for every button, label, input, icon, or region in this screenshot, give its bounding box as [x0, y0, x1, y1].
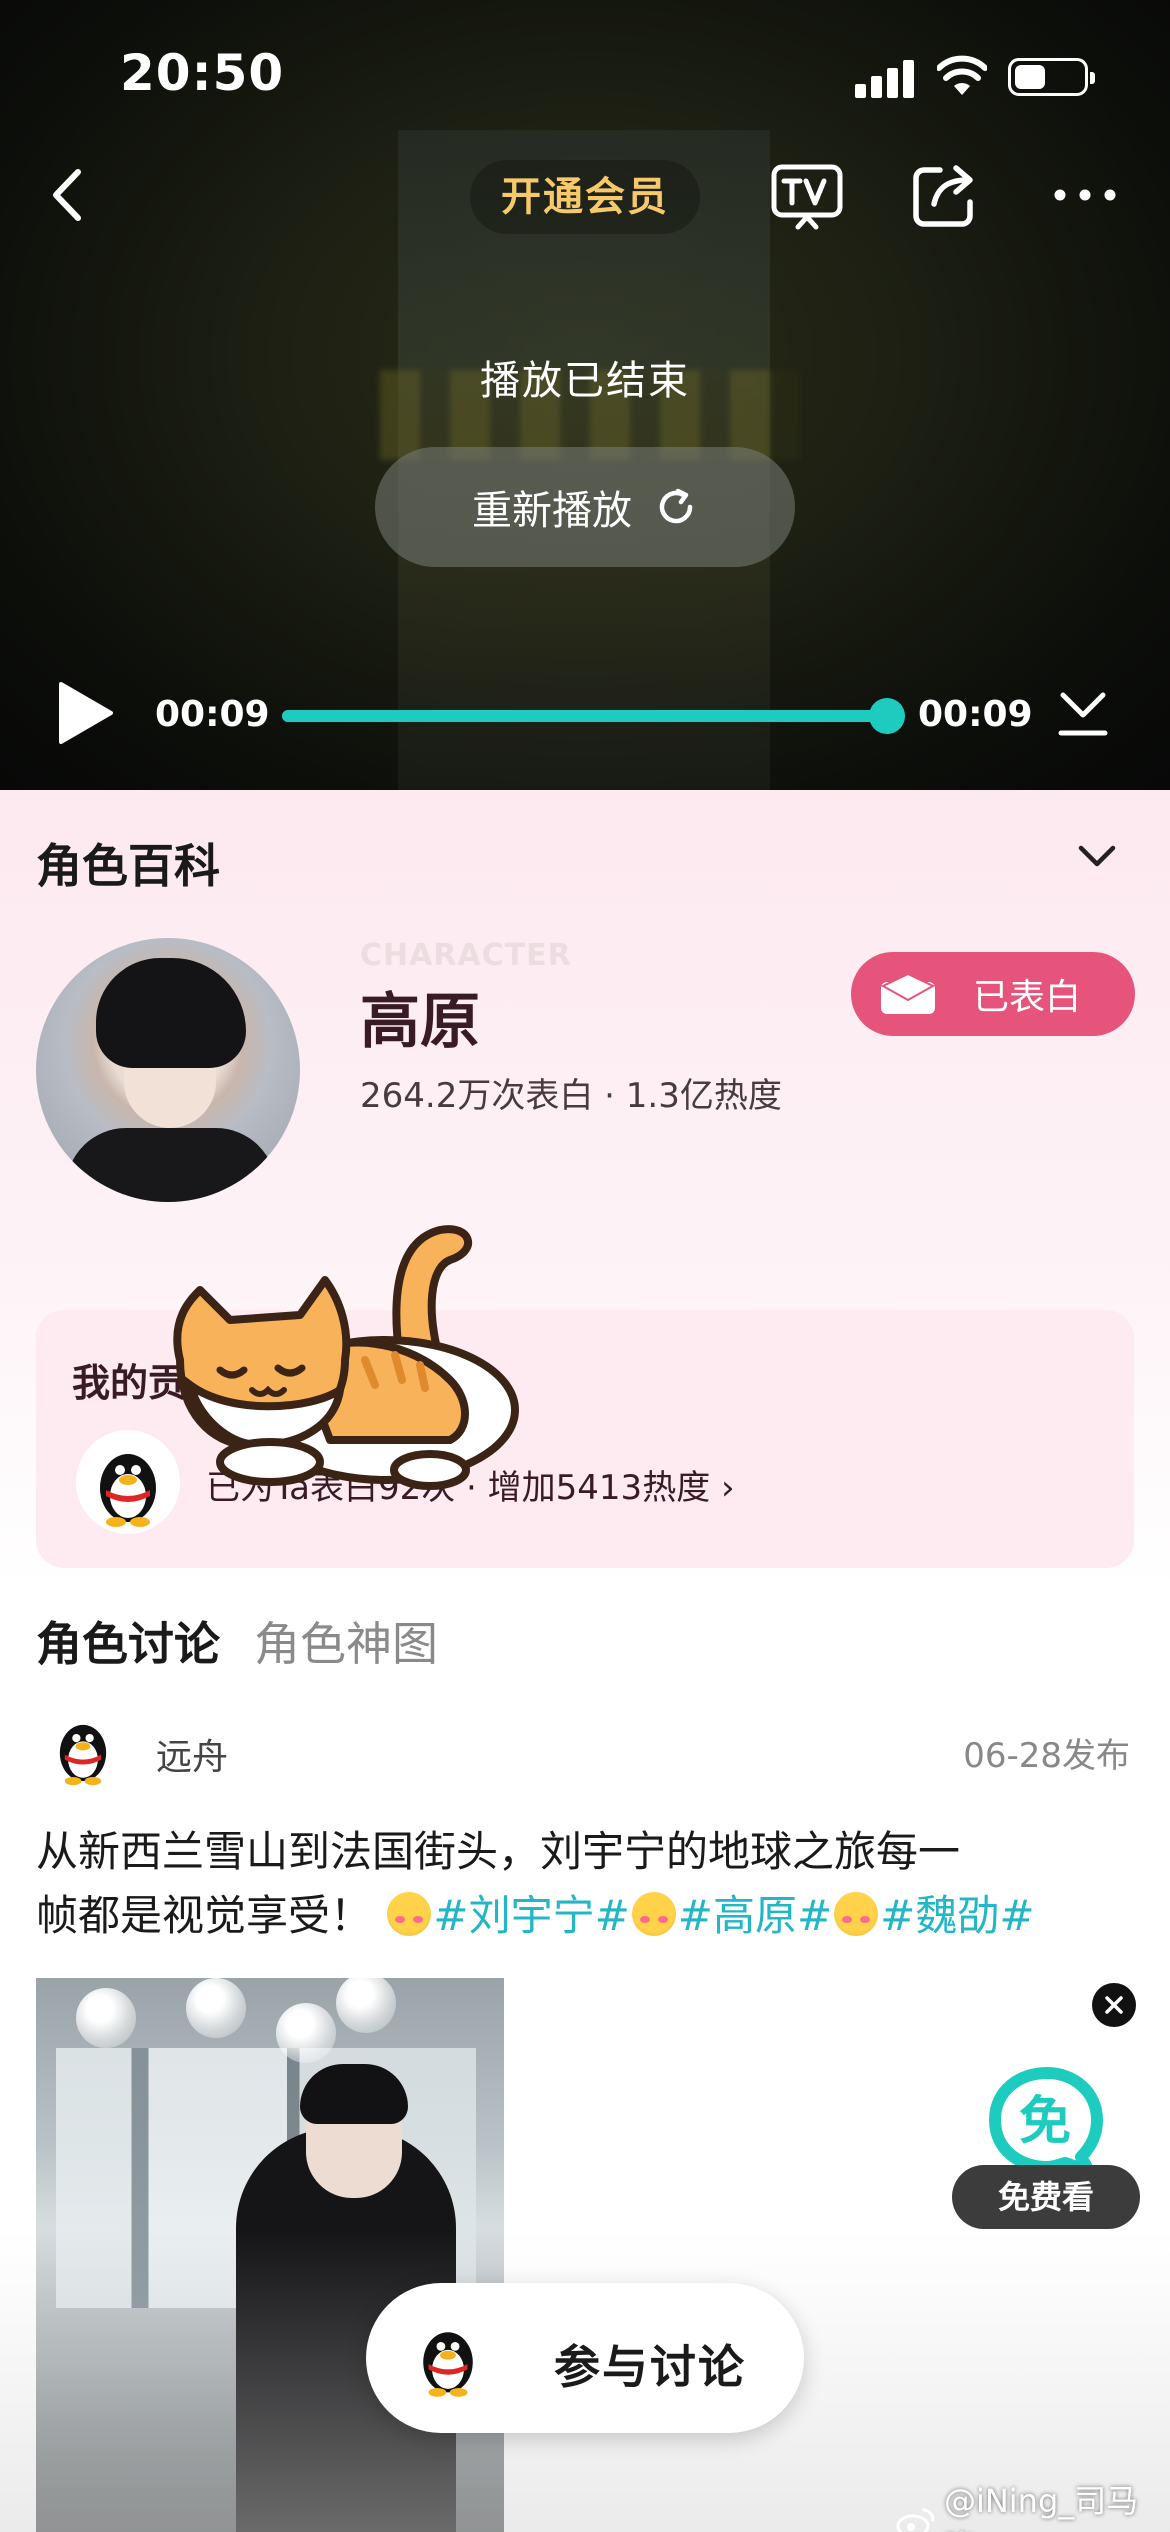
back-arrow-icon[interactable] — [40, 160, 100, 230]
cellular-signal-icon — [855, 58, 915, 98]
confessed-button[interactable]: 已表白 — [851, 952, 1135, 1036]
character-stats: 264.2万次表白 · 1.3亿热度 — [360, 1076, 782, 1116]
chevron-down-icon[interactable] — [1075, 842, 1119, 872]
status-bar: 20:50 — [0, 0, 1170, 140]
play-icon[interactable] — [55, 680, 115, 746]
replay-button[interactable]: 重新播放 — [375, 447, 795, 567]
total-time: 00:09 — [918, 694, 1033, 735]
current-time: 00:09 — [155, 694, 270, 735]
progress-bar[interactable] — [282, 698, 905, 734]
wiki-title: 角色百科 — [36, 839, 220, 893]
hashtag-link[interactable]: #刘宇宁# — [433, 1891, 629, 1940]
playback-ended-text: 播放已结束 — [480, 358, 690, 404]
hashtag-link[interactable]: #魏劭# — [880, 1891, 1034, 1940]
more-icon[interactable] — [1050, 170, 1120, 220]
replay-label: 重新播放 — [472, 488, 632, 534]
free-watch-logo-icon[interactable]: 免 — [985, 2065, 1105, 2175]
post-text-line-2: 帧都是视觉享受！ #刘宇宁# #高原# #魏劭# — [36, 1884, 1136, 1948]
collapse-player-icon[interactable] — [1053, 683, 1113, 743]
envelope-icon — [880, 972, 936, 1014]
weibo-watermark: @iNing_司马晓 — [896, 2476, 1170, 2532]
battery-icon — [1008, 58, 1095, 96]
free-logo-char: 免 — [1019, 2092, 1071, 2152]
progress-knob[interactable] — [869, 698, 905, 734]
character-name: 高原 — [360, 987, 480, 1057]
join-discussion-label: 参与讨论 — [554, 2340, 746, 2394]
wifi-icon — [937, 55, 987, 95]
post-text-line-2-prefix: 帧都是视觉享受！ — [36, 1891, 373, 1940]
vip-button[interactable]: 开通会员 — [470, 160, 700, 234]
share-icon[interactable] — [910, 160, 980, 230]
free-watch-button[interactable]: 免费看 — [952, 2165, 1140, 2229]
penguin-avatar — [402, 2311, 494, 2403]
post-author-name[interactable]: 远舟 — [156, 1728, 228, 1780]
character-avatar[interactable] — [36, 938, 300, 1202]
sleeping-cat-sticker — [173, 1225, 519, 1490]
watermark-text: @iNing_司马晓 — [943, 2482, 1139, 2532]
weibo-icon — [896, 2508, 935, 2532]
discussion-tabs: 角色讨论 角色神图 — [36, 1608, 438, 1674]
tab-character-images[interactable]: 角色神图 — [254, 1608, 438, 1674]
post-author-avatar[interactable] — [40, 1705, 126, 1791]
tab-character-discussion[interactable]: 角色讨论 — [36, 1608, 220, 1674]
blushing-emoji-icon — [631, 1892, 676, 1936]
tv-cast-icon[interactable] — [770, 163, 844, 233]
confessed-label: 已表白 — [973, 977, 1082, 1018]
character-en-label: CHARACTER — [360, 938, 572, 973]
blushing-emoji-icon — [387, 1892, 432, 1936]
blushing-emoji-icon — [834, 1892, 879, 1936]
video-player[interactable]: 20:50 开通会员 播放已结束 重新播放 00:09 00:09 — [0, 0, 1170, 790]
progress-fill — [282, 710, 887, 722]
close-icon[interactable] — [1092, 1983, 1136, 2027]
join-discussion-button[interactable]: 参与讨论 — [366, 2283, 804, 2433]
post-text-line-1: 从新西兰雪山到法国街头，刘宇宁的地球之旅每一 — [36, 1827, 961, 1876]
status-time: 20:50 — [120, 44, 285, 102]
refresh-icon — [659, 488, 693, 524]
post-text[interactable]: 从新西兰雪山到法国街头，刘宇宁的地球之旅每一 帧都是视觉享受！ #刘宇宁# #高原… — [36, 1820, 1136, 1948]
post-date: 06-28发布 — [963, 1736, 1130, 1776]
hashtag-link[interactable]: #高原# — [678, 1891, 832, 1940]
